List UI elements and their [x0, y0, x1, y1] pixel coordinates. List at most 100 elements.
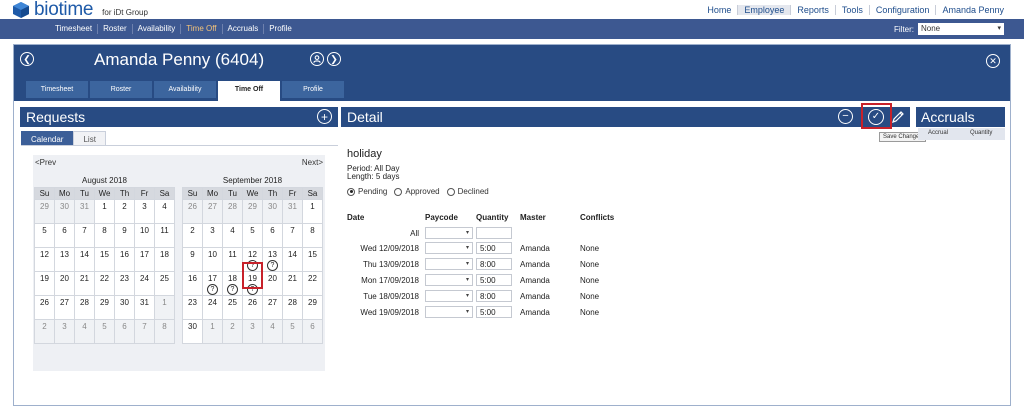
tab-roster[interactable]: Roster [90, 81, 152, 98]
pending-request-icon[interactable]: ? [227, 284, 238, 295]
calendar-day[interactable]: 9 [183, 248, 203, 272]
paycode-select[interactable]: ▾ [425, 290, 473, 302]
tab-list[interactable]: List [73, 131, 106, 146]
calendar-day[interactable]: 21 [75, 272, 95, 296]
paycode-select[interactable]: ▾ [425, 242, 473, 254]
topnav-user[interactable]: Amanda Penny [935, 5, 1010, 15]
quantity-input-all[interactable] [476, 227, 512, 239]
subnav-timesheet[interactable]: Timesheet [50, 24, 97, 34]
calendar-day[interactable]: 18 [155, 248, 175, 272]
calendar-day[interactable]: 13? [263, 248, 283, 272]
quantity-input[interactable]: 5:00 [476, 306, 512, 318]
calendar-day[interactable]: 29 [95, 296, 115, 320]
calendar-day[interactable]: 5 [243, 224, 263, 248]
calendar-day[interactable]: 25 [223, 296, 243, 320]
calendar-day[interactable]: 18? [223, 272, 243, 296]
subnav-time-off[interactable]: Time Off [180, 24, 221, 34]
calendar-day[interactable]: 29 [303, 296, 323, 320]
add-request-icon[interactable]: + [317, 109, 332, 124]
calendar-day[interactable]: 27 [263, 296, 283, 320]
calendar-day[interactable]: 14 [283, 248, 303, 272]
calendar-day[interactable]: 5 [283, 320, 303, 344]
calendar-day[interactable]: 1 [203, 320, 223, 344]
calendar-day[interactable]: 4 [223, 224, 243, 248]
topnav-tools[interactable]: Tools [834, 5, 869, 15]
status-declined[interactable]: Declined [446, 187, 489, 196]
calendar-day[interactable]: 2 [35, 320, 55, 344]
user-profile-icon[interactable] [310, 52, 324, 66]
tab-availability[interactable]: Availability [154, 81, 216, 98]
prev-employee-icon[interactable]: ❮ [20, 52, 34, 66]
calendar-day[interactable]: 11 [155, 224, 175, 248]
tab-calendar[interactable]: Calendar [21, 131, 74, 146]
calendar-day[interactable]: 5 [35, 224, 55, 248]
calendar-day[interactable]: 10 [135, 224, 155, 248]
topnav-reports[interactable]: Reports [790, 5, 835, 15]
calendar-day[interactable]: 24 [203, 296, 223, 320]
next-employee-icon[interactable]: ❯ [327, 52, 341, 66]
calendar-day[interactable]: 10 [203, 248, 223, 272]
calendar-day[interactable]: 27 [55, 296, 75, 320]
calendar-day[interactable]: 4 [75, 320, 95, 344]
calendar-day[interactable]: 31 [135, 296, 155, 320]
calendar-day[interactable]: 1 [155, 296, 175, 320]
calendar-day[interactable]: 23 [183, 296, 203, 320]
calendar-day[interactable]: 27 [203, 200, 223, 224]
calendar-day[interactable]: 7 [283, 224, 303, 248]
calendar-day[interactable]: 15 [303, 248, 323, 272]
filter-select[interactable]: None ▾ [918, 23, 1004, 35]
calendar-day[interactable]: 20 [55, 272, 75, 296]
quantity-input[interactable]: 5:00 [476, 274, 512, 286]
calendar-day[interactable]: 16 [183, 272, 203, 296]
calendar-day[interactable]: 3 [135, 200, 155, 224]
calendar-day[interactable]: 28 [283, 296, 303, 320]
calendar-day[interactable]: 22 [303, 272, 323, 296]
status-approved[interactable]: Approved [394, 187, 440, 196]
calendar-day[interactable]: 2 [115, 200, 135, 224]
calendar-day[interactable]: 11 [223, 248, 243, 272]
calendar-day[interactable]: 30 [183, 320, 203, 344]
calendar-day[interactable]: 29 [243, 200, 263, 224]
calendar-day[interactable]: 17 [135, 248, 155, 272]
calendar-day[interactable]: 5 [95, 320, 115, 344]
calendar-day[interactable]: 7 [135, 320, 155, 344]
subnav-roster[interactable]: Roster [97, 24, 132, 34]
radio-pending[interactable] [347, 187, 355, 196]
calendar-day[interactable]: 15 [95, 248, 115, 272]
calendar-day[interactable]: 3 [55, 320, 75, 344]
calendar-day[interactable]: 14 [75, 248, 95, 272]
topnav-home[interactable]: Home [701, 5, 737, 15]
radio-declined[interactable] [446, 187, 455, 196]
calendar-day[interactable]: 8 [303, 224, 323, 248]
calendar-day[interactable]: 6 [263, 224, 283, 248]
tab-time-off[interactable]: Time Off [218, 81, 280, 101]
calendar-day[interactable]: 26 [35, 296, 55, 320]
calendar-day[interactable]: 3 [243, 320, 263, 344]
topnav-configuration[interactable]: Configuration [868, 5, 936, 15]
calendar-day[interactable]: 26 [243, 296, 263, 320]
status-pending[interactable]: Pending [347, 187, 387, 196]
calendar-day[interactable]: 28 [223, 200, 243, 224]
calendar-day[interactable]: 25 [155, 272, 175, 296]
radio-approved[interactable] [394, 187, 403, 196]
subnav-accruals[interactable]: Accruals [221, 24, 264, 34]
tab-profile[interactable]: Profile [282, 81, 344, 98]
calendar-day[interactable]: 24 [135, 272, 155, 296]
calendar-day[interactable]: 6 [55, 224, 75, 248]
edit-pencil-icon[interactable] [890, 109, 906, 125]
logo[interactable]: biotime for iDt Group [12, 0, 148, 19]
calendar-day[interactable]: 30 [263, 200, 283, 224]
calendar-day[interactable]: 19 [35, 272, 55, 296]
calendar-day[interactable]: 20 [263, 272, 283, 296]
calendar-day[interactable]: 3 [203, 224, 223, 248]
next-month-link[interactable]: Next> [302, 158, 323, 167]
calendar-day[interactable]: 31 [75, 200, 95, 224]
calendar-day[interactable]: 1 [303, 200, 323, 224]
quantity-input[interactable]: 8:00 [476, 258, 512, 270]
calendar-day[interactable]: 8 [155, 320, 175, 344]
topnav-employee[interactable]: Employee [737, 5, 791, 15]
prev-month-link[interactable]: <Prev [35, 158, 56, 167]
calendar-day[interactable]: 21 [283, 272, 303, 296]
tab-timesheet[interactable]: Timesheet [26, 81, 88, 98]
subnav-profile[interactable]: Profile [263, 24, 297, 34]
